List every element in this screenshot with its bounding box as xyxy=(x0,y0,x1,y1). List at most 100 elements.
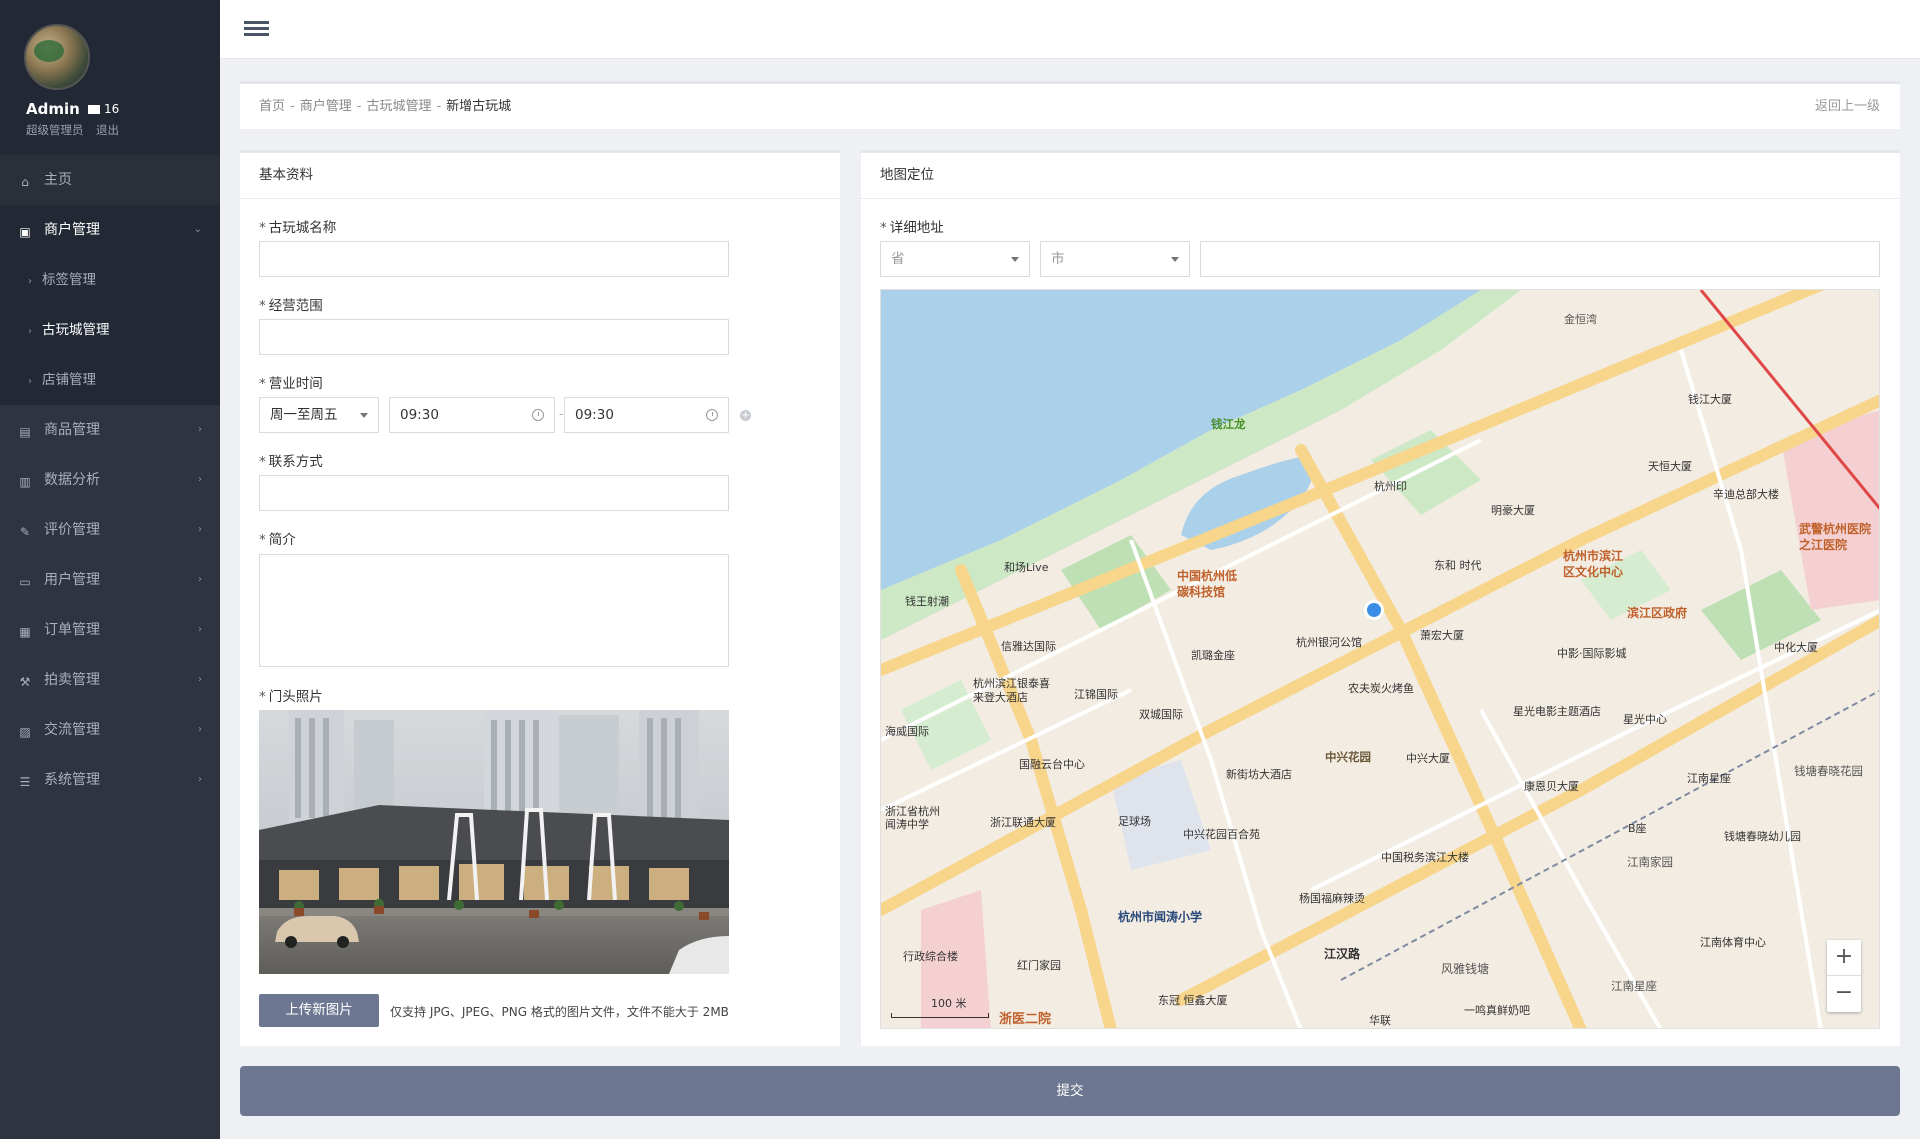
sidebar-item-goods[interactable]: ▤ 商品管理 › xyxy=(0,405,220,455)
map-label: 一鸣真鲜奶吧 xyxy=(1464,1004,1530,1017)
contact-input[interactable] xyxy=(259,475,729,511)
map-label: 浙江联通大厦 xyxy=(990,816,1056,829)
breadcrumb-merchant[interactable]: 商户管理 xyxy=(300,99,352,114)
sidebar-item-label: 交流管理 xyxy=(44,722,100,738)
map-label: 信雅达国际 xyxy=(1001,640,1056,653)
storefront-photo xyxy=(259,710,729,974)
sidebar-item-reviews[interactable]: ✎ 评价管理 › xyxy=(0,505,220,555)
map-label: 钱塘春晓幼儿园 xyxy=(1724,830,1801,843)
mall-name-label: * 古玩城名称 xyxy=(259,220,337,236)
map-label: 江锦国际 xyxy=(1074,688,1118,701)
map-scale: 100 米 xyxy=(891,995,989,1018)
end-time-input[interactable]: 09:30 xyxy=(564,397,729,433)
sidebar-item-users[interactable]: ▭ 用户管理 › xyxy=(0,555,220,605)
sidebar-item-analytics[interactable]: ▥ 数据分析 › xyxy=(0,455,220,505)
storefront-illustration xyxy=(259,710,729,974)
caret-down-icon xyxy=(1171,257,1179,262)
province-select[interactable]: 省 xyxy=(880,241,1030,277)
sidebar-subitem-antique-mall[interactable]: › 古玩城管理 xyxy=(0,305,220,355)
map-label: 江南星座 xyxy=(1687,772,1731,785)
mail-count[interactable]: 16 xyxy=(88,102,119,116)
map-label: 康恩贝大厦 xyxy=(1524,780,1579,793)
photo-label: * 门头照片 xyxy=(259,689,323,705)
user-name: Admin xyxy=(26,100,80,118)
chevron-right-icon: › xyxy=(198,724,202,735)
start-time-input[interactable]: 09:30 xyxy=(389,397,555,433)
address-input[interactable] xyxy=(1200,241,1880,277)
sidebar-item-system[interactable]: ☰ 系统管理 › xyxy=(0,755,220,805)
home-icon: ⌂ xyxy=(21,175,29,189)
briefcase-icon: ▤ xyxy=(19,425,31,439)
zoom-in-icon[interactable]: + xyxy=(1827,940,1861,976)
map-label: 杭州市滨江区文化中心 xyxy=(1563,549,1624,579)
scope-label: * 经营范围 xyxy=(259,298,323,314)
merchant-submenu: › 标签管理 › 古玩城管理 › 店铺管理 xyxy=(0,255,220,405)
map-label: 国融云台中心 xyxy=(1019,758,1085,771)
map-label: 中国税务滨江大楼 xyxy=(1381,851,1469,864)
map-label: 辛迪总部大楼 xyxy=(1713,488,1779,501)
map-label: 东和 时代 xyxy=(1434,559,1482,572)
map-label: 东冠 恒鑫大厦 xyxy=(1158,994,1228,1007)
map-label: 钱江大厦 xyxy=(1688,393,1732,406)
days-select[interactable]: 周一至周五 xyxy=(259,397,379,433)
avatar[interactable] xyxy=(24,24,90,90)
address-label: * 详细地址 xyxy=(880,220,944,236)
map-label: 浙医二院 xyxy=(999,1012,1052,1027)
mall-name-input[interactable] xyxy=(259,241,729,277)
menu-toggle-icon[interactable] xyxy=(244,21,269,39)
logout-link[interactable]: 退出 xyxy=(96,122,119,138)
map-view[interactable]: 钱江龙 中国杭州低碳科技馆 杭州市滨江区文化中心 滨江区政府 武警杭州医院之江医… xyxy=(880,289,1880,1029)
chevron-right-icon: › xyxy=(198,624,202,635)
submit-button[interactable]: 提交 xyxy=(240,1066,1900,1116)
scope-input[interactable] xyxy=(259,319,729,355)
map-label: 钱王射潮 xyxy=(905,595,949,608)
upload-photo-button[interactable]: 上传新图片 xyxy=(259,994,379,1027)
map-label: 中兴花园百合苑 xyxy=(1183,828,1260,841)
sidebar-item-exchange[interactable]: ▨ 交流管理 › xyxy=(0,705,220,755)
map-label: 华联 xyxy=(1369,1014,1391,1027)
sliders-icon: ☰ xyxy=(19,775,31,789)
map-zoom-control: + − xyxy=(1827,940,1861,1012)
intro-textarea[interactable] xyxy=(259,554,729,667)
map-label: 星光电影主题酒店 xyxy=(1513,705,1601,718)
map-label: 天恒大厦 xyxy=(1648,460,1692,473)
city-select[interactable]: 市 xyxy=(1040,241,1190,277)
sidebar-item-orders[interactable]: ▦ 订单管理 › xyxy=(0,605,220,655)
zoom-out-icon[interactable]: − xyxy=(1827,976,1861,1012)
chevron-down-icon: ⌄ xyxy=(193,224,202,235)
sidebar-item-label: 店铺管理 xyxy=(42,372,96,388)
map-label: 江南家园 xyxy=(1627,855,1673,869)
chevron-right-icon: › xyxy=(198,524,202,535)
chevron-right-icon: › xyxy=(198,574,202,585)
clock-icon xyxy=(706,409,718,421)
breadcrumb-antique-mall[interactable]: 古玩城管理 xyxy=(366,99,431,114)
image-icon: ▨ xyxy=(19,725,31,739)
chevron-right-icon: › xyxy=(198,474,202,485)
map-label: 星光中心 xyxy=(1623,713,1667,726)
back-link[interactable]: 返回上一级 xyxy=(1815,84,1880,129)
map-label: 中兴花园 xyxy=(1325,750,1371,764)
map-label: 浙江省杭州闻涛中学 xyxy=(885,805,940,831)
sidebar-item-auction[interactable]: ⚒ 拍卖管理 › xyxy=(0,655,220,705)
sidebar-item-home[interactable]: ⌂ 主页 xyxy=(0,155,220,205)
map-label: 明豪大厦 xyxy=(1491,504,1535,517)
breadcrumb-home[interactable]: 首页 xyxy=(259,99,285,114)
bar-chart-icon: ▥ xyxy=(19,475,31,489)
panel-title: 基本资料 xyxy=(240,153,840,199)
map-label: 杨国福麻辣烫 xyxy=(1299,892,1365,905)
map-label: 行政综合楼 xyxy=(903,950,958,963)
sidebar-item-label: 主页 xyxy=(44,172,72,188)
sidebar-item-label: 用户管理 xyxy=(44,572,100,588)
sidebar-subitem-tags[interactable]: › 标签管理 xyxy=(0,255,220,305)
map-label: 中化大厦 xyxy=(1774,641,1818,654)
chevron-right-icon: › xyxy=(28,276,32,287)
map-label: 钱江龙 xyxy=(1211,417,1246,431)
add-hours-icon[interactable]: + xyxy=(740,410,751,421)
map-label: 和场Live xyxy=(1004,561,1049,574)
caret-down-icon xyxy=(360,413,368,418)
intro-label: * 简介 xyxy=(259,532,296,548)
map-label: 杭州滨江银泰喜来登大酒店 xyxy=(973,677,1050,704)
sidebar-subitem-shops[interactable]: › 店铺管理 xyxy=(0,355,220,405)
panel-title: 地图定位 xyxy=(861,153,1900,199)
sidebar-item-merchant[interactable]: ▣ 商户管理 ⌄ xyxy=(0,205,220,255)
